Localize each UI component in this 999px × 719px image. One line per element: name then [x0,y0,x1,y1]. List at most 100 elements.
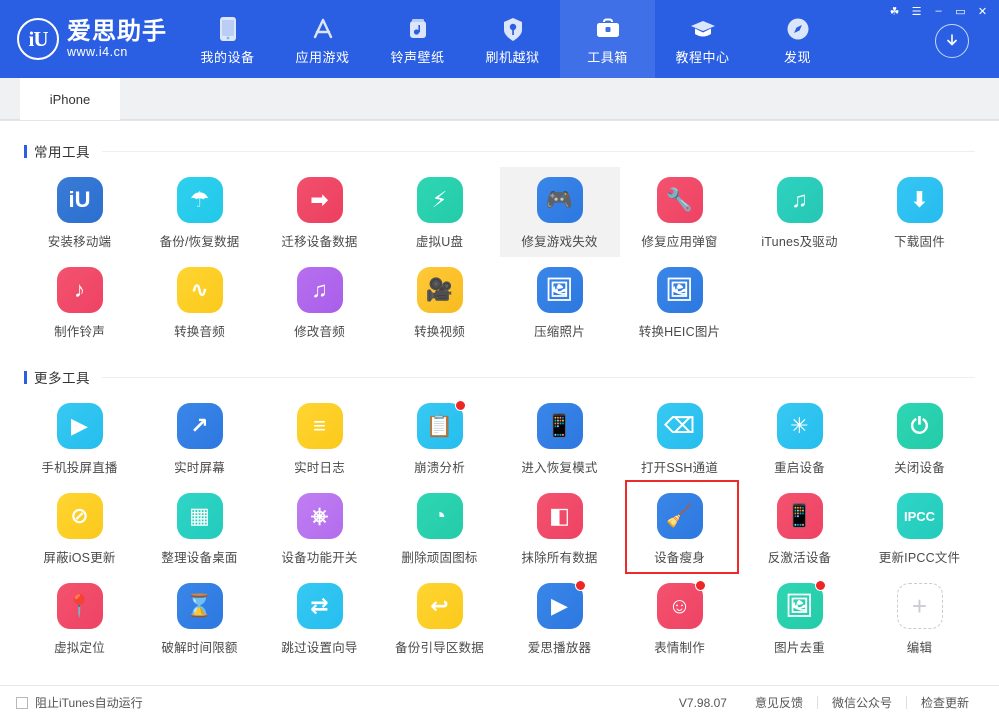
tool-cell-audio-wave[interactable]: ∿ 转换音频 [140,257,260,347]
tab-iphone[interactable]: iPhone [20,78,120,120]
wechat-link[interactable]: 微信公众号 [818,694,906,711]
tool-cell-erase-data[interactable]: ◧ 抹除所有数据 [500,483,620,573]
minimize-button[interactable]: – [928,2,949,20]
tool-cell-virtual-location[interactable]: 📍 虚拟定位 [20,573,140,663]
tool-label: 下载固件 [894,235,945,249]
tool-cell-download-firmware[interactable]: ⬇ 下载固件 [860,167,980,257]
menu-button[interactable]: ☰ [906,2,927,20]
nav-item-apps-games[interactable]: 应用游戏 [275,0,370,78]
tool-cell-ringtone[interactable]: ♪ 制作铃声 [20,257,140,347]
tool-grid-more: ▶ 手机投屏直播 ↗ 实时屏幕 ≡ 实时日志 📋 崩溃分析 📱 进入恢复模式 ⌫ 打开SSH通道 ✳ 重启… [0,393,999,663]
tool-cell-aisi-player[interactable]: ▶ 爱思播放器 [500,573,620,663]
tool-label: 转换视频 [414,325,465,339]
repair-popup-icon: 🔧 [656,177,703,223]
skin-button[interactable]: ☘ [884,2,905,20]
tool-cell-crash-analysis[interactable]: 📋 崩溃分析 [380,393,500,483]
realtime-log-icon: ≡ [296,403,343,449]
tool-cell-ssh[interactable]: ⌫ 打开SSH通道 [620,393,740,483]
tool-label: 删除顽固图标 [401,551,478,565]
maximize-button[interactable]: ▭ [950,2,971,20]
nav-item-flash-jailbreak[interactable]: 刷机越狱 [465,0,560,78]
nav-item-discover[interactable]: 发现 [750,0,845,78]
app-logo[interactable]: iU 爱思助手 www.i4.cn [0,0,170,78]
tool-grid-common: iU 安装移动端 ☂ 备份/恢复数据 ➡ 迁移设备数据 ⚡ 虚拟U盘 🎮 修复游戏失效 🔧 修复应用弹… [0,167,999,347]
tool-cell-repair-popup[interactable]: 🔧 修复应用弹窗 [620,167,740,257]
usb-drive-icon: ⚡ [416,177,463,223]
nav-item-toolbox[interactable]: 工具箱 [560,0,655,78]
toolbox-icon [595,16,621,42]
window-controls: ☘ ☰ – ▭ ✕ [884,2,993,20]
feedback-link[interactable]: 意见反馈 [741,694,817,711]
compass-icon [785,16,811,42]
download-icon[interactable] [935,24,969,58]
tool-cell-ipcc[interactable]: IPCC 更新IPCC文件 [860,483,980,573]
nav-item-ringtones-wallpaper[interactable]: 铃声壁纸 [370,0,465,78]
block-itunes-checkbox[interactable]: 阻止iTunes自动运行 [16,694,143,711]
nav-label: 工具箱 [587,50,628,65]
tool-cell-screencast[interactable]: ▶ 手机投屏直播 [20,393,140,483]
notification-badge [694,580,706,591]
status-bar-right: V7.98.07 意见反馈 微信公众号 检查更新 [665,694,983,711]
tool-cell-deactivate-device[interactable]: 📱 反激活设备 [740,483,860,573]
notification-badge [814,580,826,591]
tool-cell-recovery-mode[interactable]: 📱 进入恢复模式 [500,393,620,483]
ipcc-icon: IPCC [896,493,943,539]
tool-cell-migrate[interactable]: ➡ 迁移设备数据 [260,167,380,257]
nav-label: 我的设备 [200,50,255,65]
tool-label: 跳过设置向导 [281,641,358,655]
crash-analysis-icon: 📋 [416,400,466,449]
section-title: 常用工具 [34,145,90,160]
tool-cell-shutdown-device[interactable]: ⏻ 关闭设备 [860,393,980,483]
graduation-icon [690,16,716,42]
logo-mark-icon: iU [17,18,59,60]
tool-label: 编辑 [906,641,933,655]
tool-cell-skip-setup[interactable]: ⇄ 跳过设置向导 [260,573,380,663]
edit-add-icon: + [896,583,943,629]
tool-cell-device-switch[interactable]: ⎈ 设备功能开关 [260,483,380,573]
tool-label: 压缩照片 [534,325,585,339]
logo-text-block: 爱思助手 www.i4.cn [67,18,167,60]
tool-cell-arrange-desktop[interactable]: ▦ 整理设备桌面 [140,483,260,573]
section-accent-bar [24,370,27,384]
tool-cell-convert-heic[interactable]: 🖼 转换HEIC图片 [620,257,740,347]
tool-cell-compress-photo[interactable]: 🖼 压缩照片 [500,257,620,347]
tool-cell-edit-audio[interactable]: ♫ 修改音频 [260,257,380,347]
nav-label: 刷机越狱 [485,50,540,65]
virtual-location-icon: 📍 [56,583,103,629]
tool-cell-aisi-app[interactable]: iU 安装移动端 [20,167,140,257]
tool-cell-restart-device[interactable]: ✳ 重启设备 [740,393,860,483]
checkbox-box[interactable] [16,696,28,709]
tool-cell-emoji-maker[interactable]: ☺ 表情制作 [620,573,740,663]
section-accent-bar [24,144,27,158]
shield-icon [500,16,526,42]
umbrella-icon: ☂ [176,177,223,223]
tool-label: 手机投屏直播 [41,461,118,475]
tool-cell-realtime-screen[interactable]: ↗ 实时屏幕 [140,393,260,483]
tool-label: 破解时间限额 [161,641,238,655]
tool-label: 修复游戏失效 [521,235,598,249]
nav-item-my-device[interactable]: 我的设备 [180,0,275,78]
appstore-icon [310,16,336,42]
tool-label: 修复应用弹窗 [641,235,718,249]
tool-cell-umbrella[interactable]: ☂ 备份/恢复数据 [140,167,260,257]
tool-cell-device-clean[interactable]: 🧹 设备瘦身 [620,480,740,574]
header-right-area: ☘ ☰ – ▭ ✕ [869,0,999,78]
tool-cell-crack-screentime[interactable]: ⌛ 破解时间限额 [140,573,260,663]
tool-cell-convert-video[interactable]: 🎥 转换视频 [380,257,500,347]
erase-data-icon: ◧ [536,493,583,539]
tool-cell-itunes[interactable]: ♫ iTunes及驱动 [740,167,860,257]
tool-cell-gamepad[interactable]: 🎮 修复游戏失效 [499,167,620,257]
tool-cell-block-ios-update[interactable]: ⊘ 屏蔽iOS更新 [20,483,140,573]
tool-cell-usb-drive[interactable]: ⚡ 虚拟U盘 [380,167,500,257]
tool-cell-backup-boot[interactable]: ↩ 备份引导区数据 [380,573,500,663]
edit-audio-icon: ♫ [296,267,343,313]
tool-label: 制作铃声 [54,325,105,339]
tool-cell-photo-dedupe[interactable]: 🖼 图片去重 [740,573,860,663]
tool-cell-edit-add[interactable]: + 编辑 [860,573,980,663]
check-update-link[interactable]: 检查更新 [907,694,983,711]
close-button[interactable]: ✕ [972,2,993,20]
tool-cell-realtime-log[interactable]: ≡ 实时日志 [260,393,380,483]
nav-item-tutorial-center[interactable]: 教程中心 [655,0,750,78]
aisi-player-icon: ▶ [536,580,586,629]
tool-cell-remove-icon[interactable]: ◔ 删除顽固图标 [380,483,500,573]
